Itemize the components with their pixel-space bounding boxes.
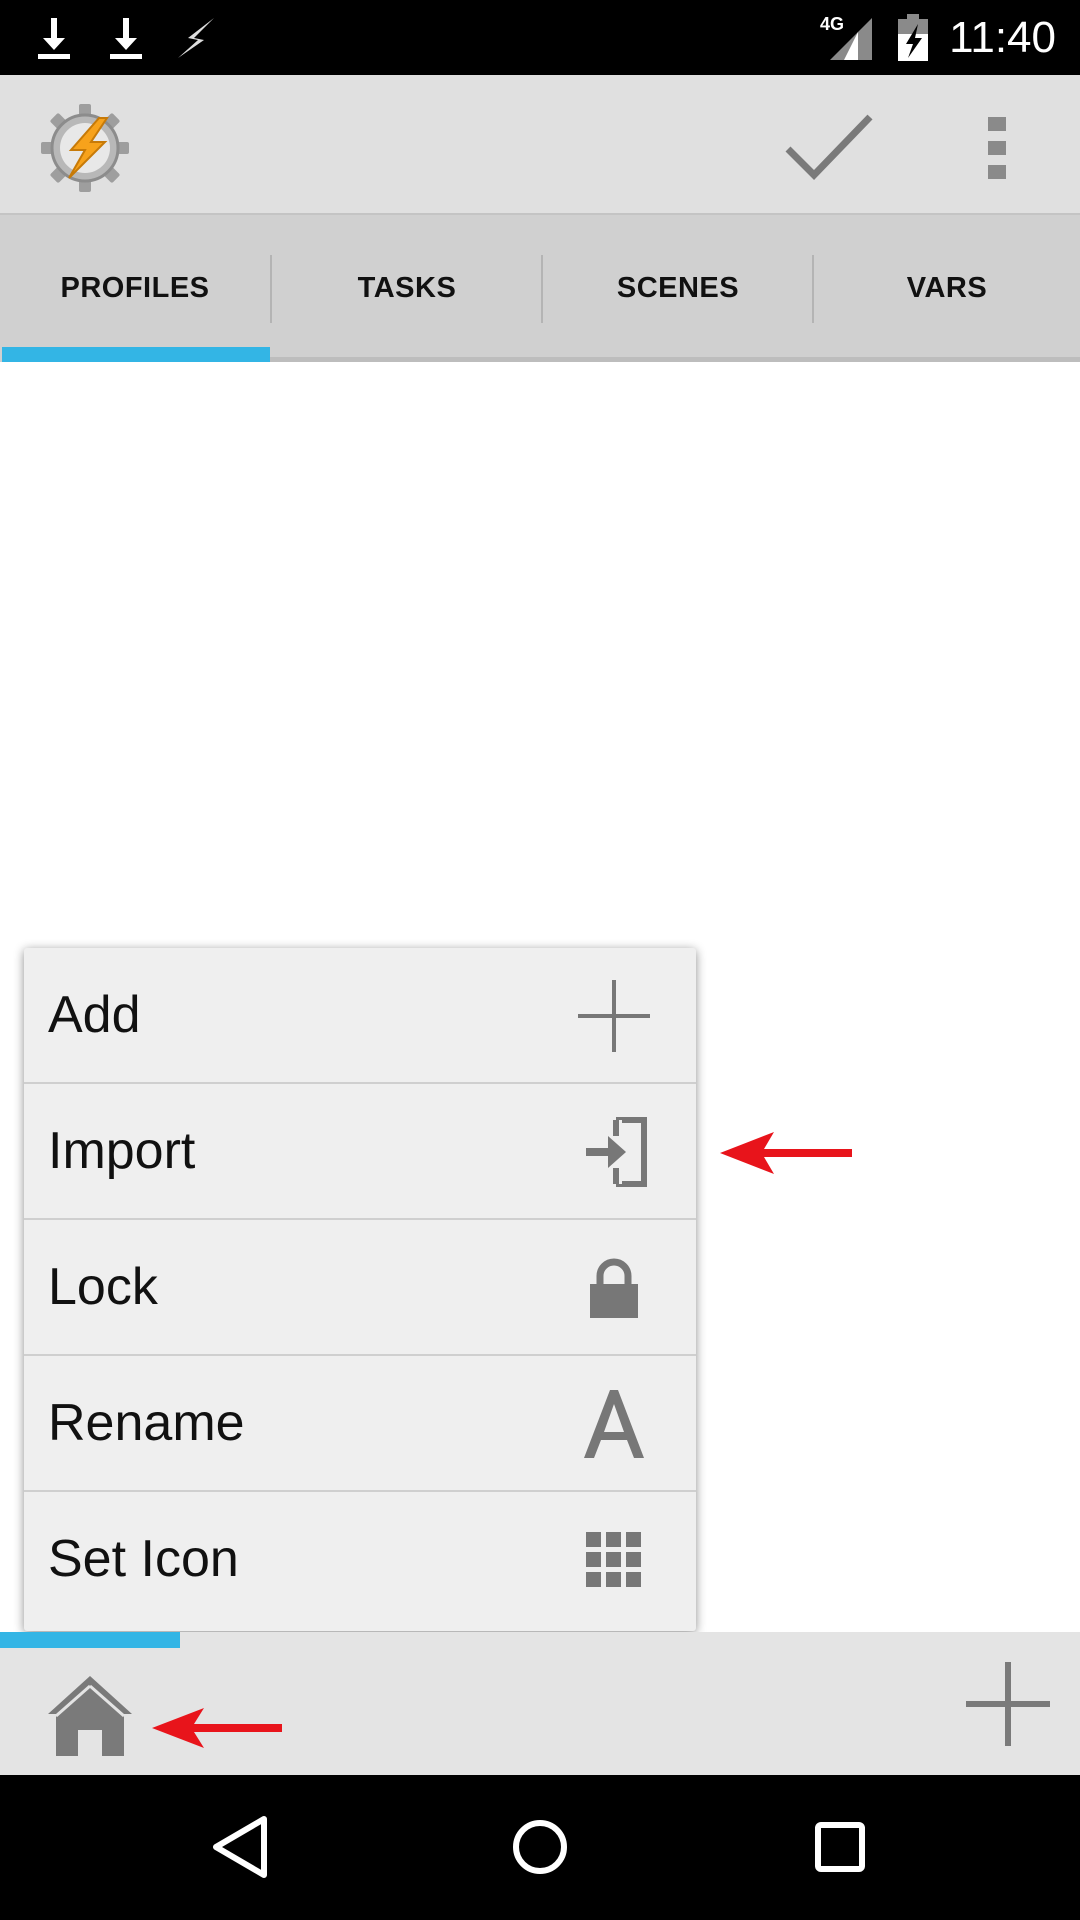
tab-vars[interactable]: VARS xyxy=(814,215,1080,362)
progress-indicator xyxy=(0,1632,180,1648)
network-type-label: 4G xyxy=(820,14,844,34)
bottom-toolbar xyxy=(0,1632,1080,1775)
menu-item-import[interactable]: Import xyxy=(24,1084,696,1220)
flash-icon xyxy=(178,18,214,58)
tab-label: SCENES xyxy=(616,272,740,304)
menu-item-label: Rename xyxy=(48,1394,245,1452)
action-bar xyxy=(0,75,1080,213)
tab-selected-indicator xyxy=(2,347,270,362)
letter-a-icon xyxy=(584,1390,644,1458)
menu-item-label: Import xyxy=(48,1122,196,1180)
plus-icon[interactable] xyxy=(964,1660,1052,1748)
annotation-arrow-icon xyxy=(720,1132,852,1174)
signal-icon: 4G xyxy=(820,14,872,60)
tab-bar: PROFILES TASKS SCENES VARS xyxy=(0,213,1080,362)
tab-tasks[interactable]: TASKS xyxy=(272,215,542,362)
popup-menu: Add Import Lock Rename Set Icon xyxy=(24,948,696,1631)
check-icon[interactable] xyxy=(782,109,876,185)
plus-icon xyxy=(578,980,650,1052)
annotation-arrow-icon xyxy=(152,1708,282,1748)
home-circle-icon[interactable] xyxy=(504,1811,576,1883)
menu-item-label: Set Icon xyxy=(48,1530,239,1588)
tab-profiles[interactable]: PROFILES xyxy=(0,215,270,362)
lock-icon xyxy=(590,1258,638,1318)
download-icon xyxy=(38,18,70,59)
back-icon[interactable] xyxy=(204,1811,276,1883)
status-time: 11:40 xyxy=(949,13,1056,62)
menu-item-lock[interactable]: Lock xyxy=(24,1220,696,1356)
grid-icon xyxy=(586,1532,641,1587)
menu-item-set-icon[interactable]: Set Icon xyxy=(24,1492,696,1628)
download-icon xyxy=(110,18,142,59)
tab-label: VARS xyxy=(906,272,988,304)
import-icon xyxy=(586,1117,647,1187)
tab-label: PROFILES xyxy=(60,272,210,304)
tab-scenes[interactable]: SCENES xyxy=(543,215,813,362)
menu-item-label: Add xyxy=(48,986,141,1044)
more-vert-icon[interactable] xyxy=(982,115,1012,181)
menu-item-add[interactable]: Add xyxy=(24,948,696,1084)
tab-label: TASKS xyxy=(357,272,457,304)
battery-icon xyxy=(898,14,928,61)
menu-item-label: Lock xyxy=(48,1258,158,1316)
navigation-bar xyxy=(0,1775,1080,1920)
tasker-gear-bolt-icon[interactable] xyxy=(40,103,130,193)
menu-item-rename[interactable]: Rename xyxy=(24,1356,696,1492)
recents-icon[interactable] xyxy=(804,1811,876,1883)
status-bar: 4G 11:40 xyxy=(0,0,1080,75)
home-icon[interactable] xyxy=(46,1674,134,1758)
